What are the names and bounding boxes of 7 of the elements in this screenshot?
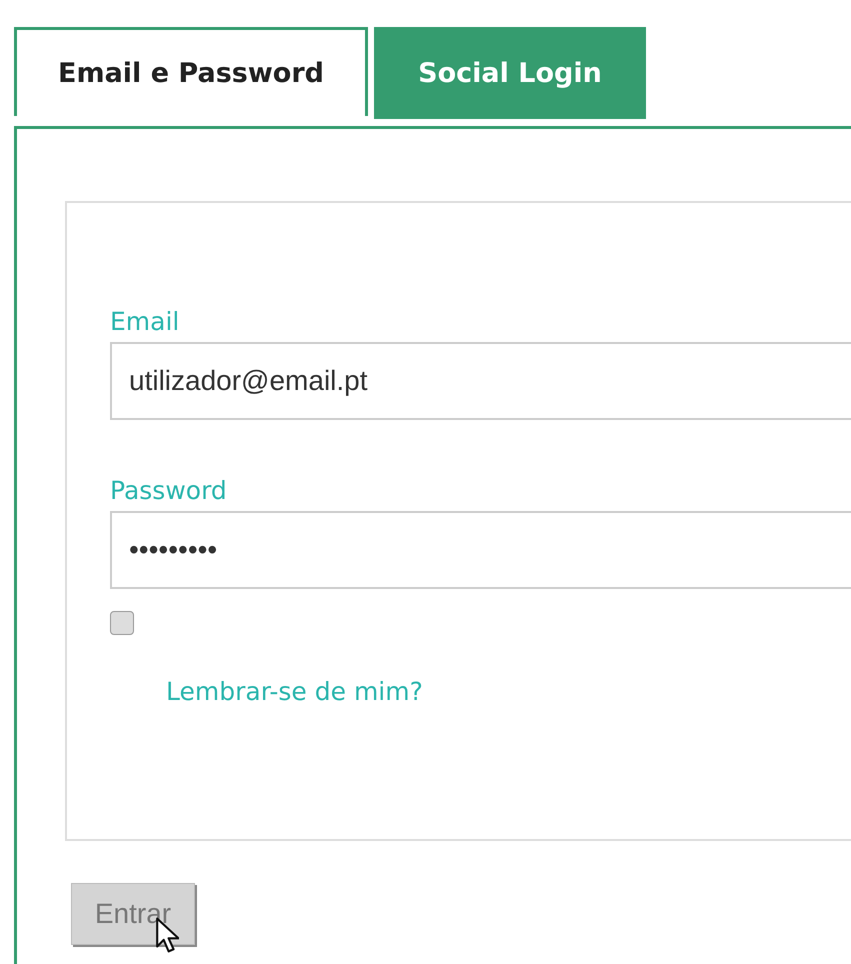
input-field[interactable]: ••••••••• (110, 511, 851, 589)
tab[interactable]: Email e Password (14, 27, 368, 116)
field-label: Email (110, 307, 180, 336)
remember-label: Lembrar-se de mim? (166, 677, 423, 706)
input-field[interactable]: utilizador@email.pt (110, 342, 851, 420)
checkbox[interactable] (110, 611, 134, 635)
field-label: Password (110, 476, 228, 505)
